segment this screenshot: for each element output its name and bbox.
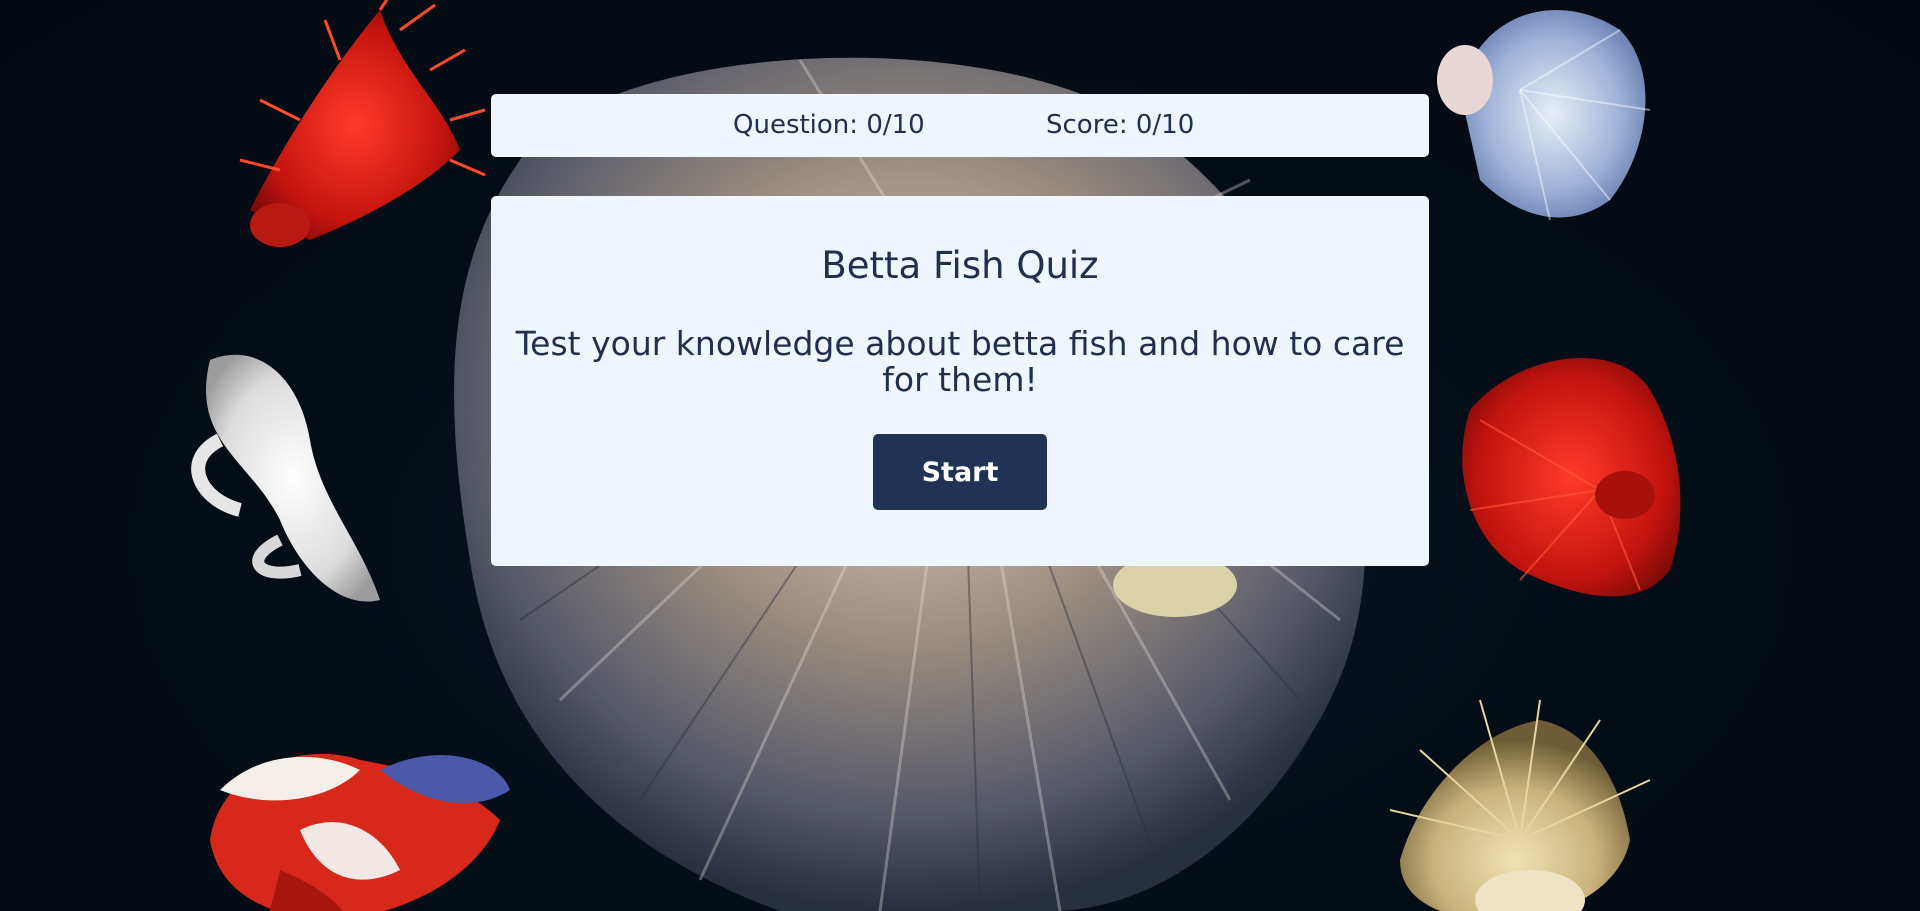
- white-betta-fish: [191, 354, 381, 602]
- red-halfmoon-fish: [1462, 357, 1681, 597]
- question-counter: Question: 0/10: [733, 110, 925, 140]
- red-crowntail-fish: [239, 0, 486, 247]
- gold-crowntail-fish: [1389, 699, 1651, 911]
- multicolor-betta-fish: [210, 753, 510, 911]
- quiz-description: Test your knowledge about betta fish and…: [515, 324, 1405, 399]
- start-button[interactable]: Start: [873, 434, 1047, 510]
- quiz-intro-card: Betta Fish Quiz Test your knowledge abou…: [491, 196, 1429, 566]
- score-counter: Score: 0/10: [1046, 110, 1195, 140]
- blue-halfmoon-fish: [1437, 10, 1651, 221]
- quiz-status-bar: Question: 0/10 Score: 0/10: [491, 94, 1429, 157]
- quiz-title: Betta Fish Quiz: [821, 244, 1099, 287]
